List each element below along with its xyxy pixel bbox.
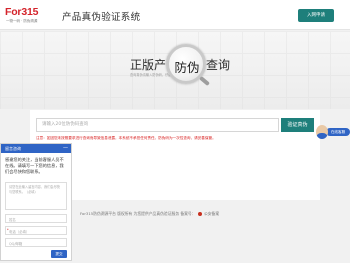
top-header: For315 一物一码 · 防伪溯源 产品真伪验证系统 入网申请 [0, 0, 350, 30]
chat-submit-button[interactable]: 提交 [51, 250, 67, 258]
chat-popup: 留言咨询 — 感谢您的关注，当前客服人员不在线。请填写一下您的信息，我们会尽快和… [0, 143, 72, 261]
chat-name-placeholder: 姓名 [9, 217, 16, 222]
chat-title: 留言咨询 [5, 145, 21, 151]
join-network-button[interactable]: 入网申请 [298, 9, 334, 22]
chat-name-field[interactable]: 姓名 [5, 214, 67, 223]
service-avatar-icon[interactable] [316, 125, 328, 139]
police-badge-icon [197, 212, 202, 216]
footer-text: For315防伪溯源平台 版权所有 为您提供产品真伪验证服务 备案号： [80, 211, 196, 216]
magnifier-text: 防伪 [174, 60, 200, 75]
warning-notice: 注意：如因您未按照要求进行查询而导致信息泄露，本系统不承担任何责任。防伪码为一次… [36, 136, 216, 140]
logo[interactable]: For315 一物一码 · 防伪溯源 [5, 6, 57, 26]
service-avatar-body [316, 133, 328, 139]
chat-header: 留言咨询 — [1, 144, 71, 153]
chat-phone-field[interactable]: * 电话（必填） [5, 226, 67, 235]
search-panel: 请输入20位防伪码查询 验证真伪 注意：如因您未按照要求进行查询而导致信息泄露，… [30, 110, 320, 200]
footer: For315防伪溯源平台 版权所有 为您提供产品真伪验证服务 备案号： 公安备案 [80, 211, 340, 217]
verify-button[interactable]: 验证真伪 [281, 118, 314, 132]
online-service-label[interactable]: 在线客服 [326, 128, 350, 136]
chat-message-textarea[interactable]: 请您在此输入留言内容，我们会尽快与您联系。（必填） [5, 182, 67, 210]
anti-counterfeit-code-input[interactable]: 请输入20位防伪码查询 [36, 118, 279, 132]
chat-message: 感谢您的关注，当前客服人员不在线。请填写一下您的信息，我们会尽快和您联系。 [5, 157, 64, 174]
online-service-widget[interactable]: 在线客服 [316, 125, 350, 139]
chat-email-field[interactable]: QQ/邮箱 [5, 238, 67, 247]
footer-suffix: 公安备案 [203, 211, 220, 216]
hero-title-right: 查询 [206, 58, 231, 72]
minimize-icon[interactable]: — [63, 144, 68, 152]
chat-phone-placeholder: 电话（必填） [9, 229, 30, 234]
chat-email-placeholder: QQ/邮箱 [9, 241, 23, 246]
logo-subtext: 一物一码 · 防伪溯源 [6, 19, 38, 23]
logo-text: For315 [5, 6, 39, 18]
site-title: 产品真伪验证系统 [62, 12, 141, 23]
